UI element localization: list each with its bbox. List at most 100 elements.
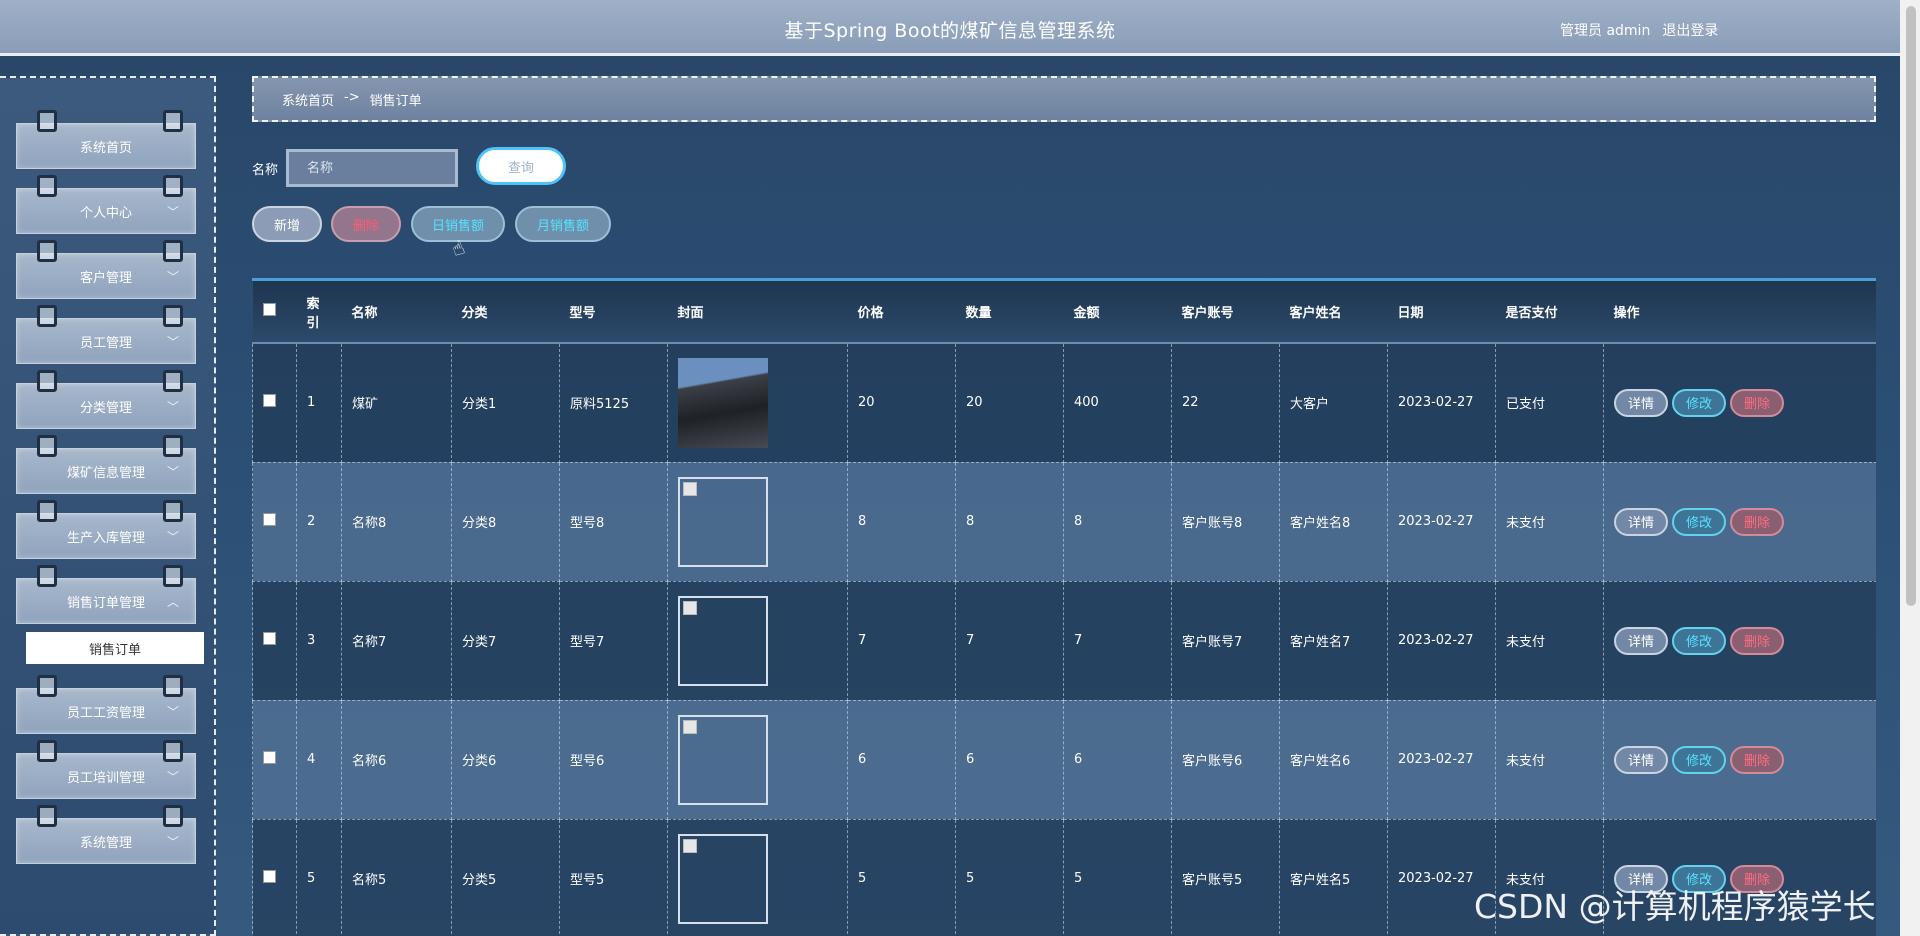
add-button[interactable]: 新增 (252, 206, 322, 242)
chevron-down-icon: ﹀ (166, 705, 179, 719)
cell-date: 2023-02-27 (1387, 461, 1496, 582)
sidebar-item-0[interactable]: 系统首页 (16, 110, 196, 169)
binder-clip-icon (37, 565, 57, 587)
sidebar-item-3[interactable]: 员工管理 ﹀ (16, 305, 196, 364)
detail-button[interactable]: 详情 (1614, 507, 1668, 536)
cover-image (678, 595, 768, 686)
cell-index: 4 (296, 699, 342, 820)
cell-index: 1 (296, 342, 342, 463)
row-delete-button[interactable]: 删除 (1730, 745, 1784, 774)
cell-customer: 客户姓名6 (1279, 699, 1388, 820)
select-all-checkbox[interactable] (262, 303, 276, 316)
cell-date: 2023-02-27 (1387, 699, 1496, 820)
sidebar-item-4[interactable]: 分类管理 ﹀ (16, 370, 196, 429)
cell-amount: 6 (1063, 699, 1172, 820)
cell-account: 客户账号5 (1171, 818, 1280, 936)
sidebar-item-label: 员工管理 (79, 335, 132, 351)
edit-button[interactable]: 修改 (1672, 388, 1726, 417)
cell-account: 客户账号8 (1171, 461, 1280, 582)
sidebar-item-label: 员工工资管理 (66, 705, 145, 721)
cell-cover (667, 461, 848, 582)
row-delete-button[interactable]: 删除 (1730, 388, 1784, 417)
breadcrumb-current: 销售订单 (369, 94, 422, 109)
detail-button[interactable]: 详情 (1614, 626, 1668, 655)
breadcrumb-home[interactable]: 系统首页 (282, 90, 334, 109)
user-label: 管理员 admin (1560, 23, 1651, 39)
delete-button[interactable]: 删除 (331, 206, 401, 242)
cover-image (678, 833, 768, 924)
sidebar-item-1[interactable]: 个人中心 ﹀ (16, 175, 196, 234)
row-checkbox[interactable] (263, 751, 276, 764)
cell-date: 2023-02-27 (1387, 580, 1496, 701)
chevron-down-icon: ﹀ (166, 770, 179, 784)
detail-button[interactable]: 详情 (1614, 388, 1668, 417)
cell-name: 名称8 (341, 461, 452, 582)
cell-index: 2 (296, 461, 342, 582)
cell-actions: 详情 修改 删除 (1603, 699, 1876, 820)
cell-actions: 详情 修改 删除 (1603, 580, 1876, 701)
sidebar-item-8[interactable]: 员工工资管理 ﹀ (16, 675, 196, 734)
chevron-down-icon: ﹀ (166, 530, 179, 544)
breadcrumb: 系统首页 -> 销售订单 (252, 76, 1876, 122)
table-header-row: 索引 名称 分类 型号 封面 价格 数量 金额 客户账号 客户姓名 日期 是否支… (252, 281, 1876, 344)
binder-clip-icon (37, 110, 57, 132)
binder-clip-icon (37, 305, 57, 327)
cell-qty: 20 (955, 342, 1064, 463)
header-name: 名称 (341, 281, 452, 344)
row-delete-button[interactable]: 删除 (1730, 626, 1784, 655)
query-button[interactable]: 查询 (476, 147, 566, 185)
binder-clip-icon (37, 675, 57, 697)
cell-name: 煤矿 (341, 342, 452, 463)
sidebar-subitem-sales-order[interactable]: 销售订单 (26, 632, 204, 664)
detail-button[interactable]: 详情 (1614, 745, 1668, 774)
sidebar-item-7[interactable]: 销售订单管理 ︿ (16, 565, 196, 624)
logout-link[interactable]: 退出登录 (1662, 23, 1718, 39)
sidebar-item-label: 客户管理 (79, 270, 132, 286)
page-scrollbar[interactable] (1900, 0, 1920, 936)
binder-clip-icon (163, 175, 183, 197)
cell-account: 客户账号6 (1171, 699, 1280, 820)
cell-qty: 7 (955, 580, 1064, 701)
cell-index: 3 (296, 580, 342, 701)
monthly-sales-button[interactable]: 月销售额 (515, 206, 611, 242)
binder-clip-icon (163, 435, 183, 457)
edit-button[interactable]: 修改 (1672, 507, 1726, 536)
sidebar-item-5[interactable]: 煤矿信息管理 ﹀ (16, 435, 196, 494)
cell-account: 客户账号7 (1171, 580, 1280, 701)
binder-clip-icon (163, 305, 183, 327)
binder-clip-icon (163, 240, 183, 262)
cell-qty: 5 (955, 818, 1064, 936)
cell-price: 6 (847, 699, 956, 820)
edit-button[interactable]: 修改 (1672, 745, 1726, 774)
search-label: 名称 (252, 163, 279, 178)
cell-amount: 400 (1063, 342, 1172, 463)
sidebar-item-label: 系统管理 (79, 835, 132, 851)
header-select-all[interactable] (252, 281, 297, 344)
sidebar-item-2[interactable]: 客户管理 ﹀ (16, 240, 196, 299)
search-input[interactable] (286, 149, 458, 187)
edit-button[interactable]: 修改 (1672, 626, 1726, 655)
row-checkbox[interactable] (263, 632, 276, 645)
cell-category: 分类7 (451, 580, 560, 701)
binder-clip-icon (163, 675, 183, 697)
cell-actions: 详情 修改 删除 (1603, 342, 1876, 463)
sidebar-item-6[interactable]: 生产入库管理 ﹀ (16, 500, 196, 559)
scrollbar-thumb[interactable] (1906, 6, 1916, 606)
row-checkbox[interactable] (263, 394, 276, 408)
cell-category: 分类5 (451, 818, 560, 936)
sidebar-item-label: 分类管理 (79, 400, 132, 416)
orders-table: 索引 名称 分类 型号 封面 价格 数量 金额 客户账号 客户姓名 日期 是否支… (252, 281, 1876, 936)
header-category: 分类 (451, 281, 560, 344)
cell-price: 20 (847, 342, 956, 463)
sidebar-item-9[interactable]: 员工培训管理 ﹀ (16, 740, 196, 799)
sidebar-item-label: 员工培训管理 (66, 770, 145, 786)
header-quantity: 数量 (955, 281, 1064, 344)
binder-clip-icon (163, 805, 183, 827)
sidebar-item-10[interactable]: 系统管理 ﹀ (16, 805, 196, 864)
binder-clip-icon (163, 740, 183, 762)
row-checkbox[interactable] (263, 870, 276, 883)
binder-clip-icon (163, 370, 183, 392)
binder-clip-icon (37, 805, 57, 827)
row-checkbox[interactable] (263, 513, 276, 526)
row-delete-button[interactable]: 删除 (1730, 507, 1784, 536)
